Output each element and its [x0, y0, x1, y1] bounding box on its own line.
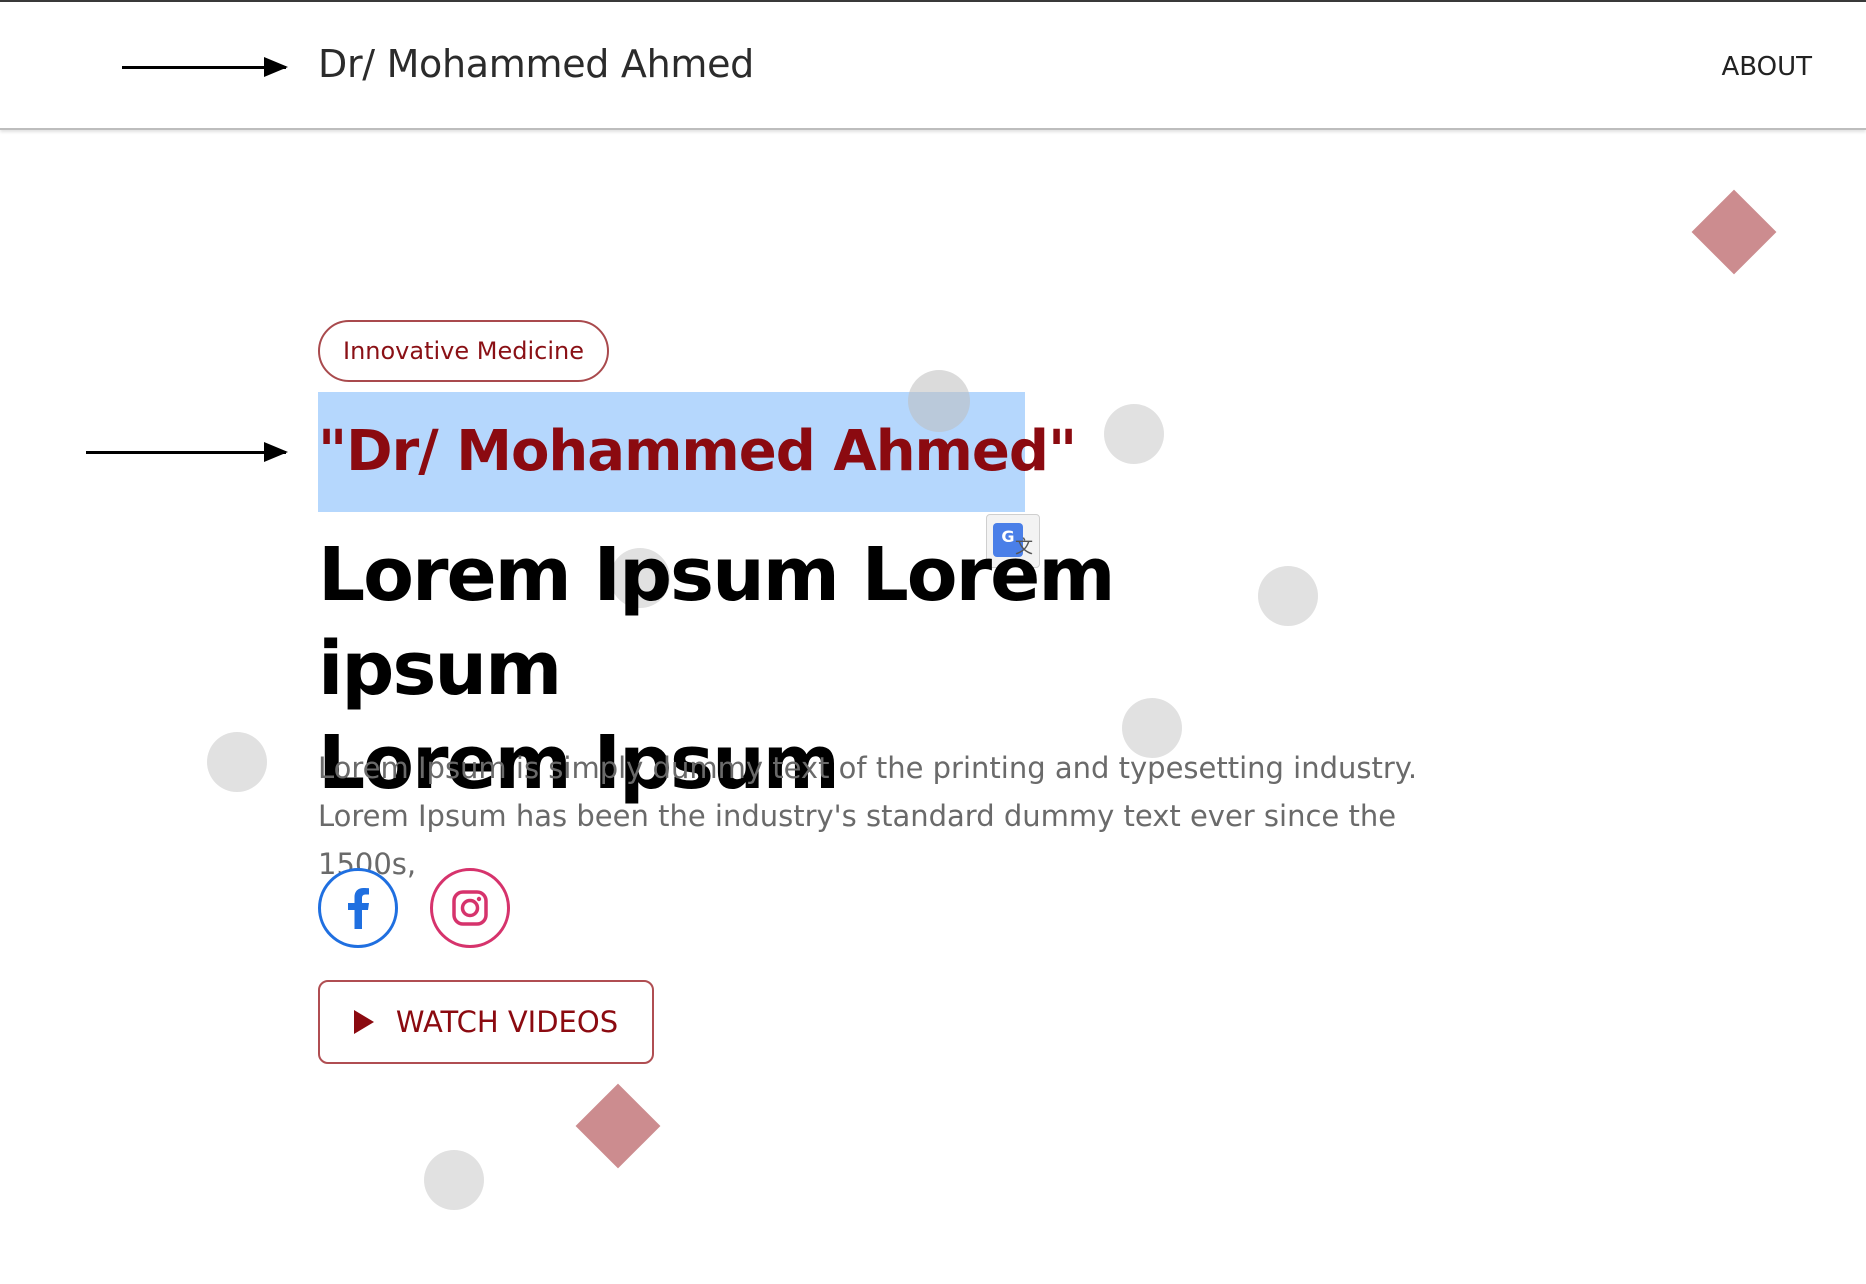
facebook-icon — [348, 888, 369, 929]
facebook-link[interactable] — [318, 868, 398, 948]
category-tag: Innovative Medicine — [318, 320, 609, 382]
decor-diamond — [1691, 189, 1777, 275]
decor-dot — [908, 370, 970, 432]
headline-line-1: Lorem Ipsum Lorem ipsum — [318, 532, 1115, 712]
annotation-arrow-right-icon — [86, 442, 288, 462]
decor-dot — [207, 732, 267, 792]
watch-videos-label: WATCH VIDEOS — [395, 1005, 619, 1039]
instagram-link[interactable] — [430, 868, 510, 948]
play-icon — [353, 1010, 374, 1034]
decor-dot — [1104, 404, 1164, 464]
annotation-arrow-right-icon — [122, 57, 288, 77]
decor-dot — [424, 1150, 484, 1210]
instagram-icon — [452, 890, 488, 926]
nav-link-about[interactable]: ABOUT — [1721, 52, 1812, 82]
site-brand[interactable]: Dr/ Mohammed Ahmed — [318, 42, 754, 86]
decor-diamond — [575, 1083, 661, 1169]
hero-description: Lorem Ipsum is simply dummy text of the … — [318, 751, 1418, 881]
watch-videos-button[interactable]: WATCH VIDEOS — [318, 980, 654, 1064]
